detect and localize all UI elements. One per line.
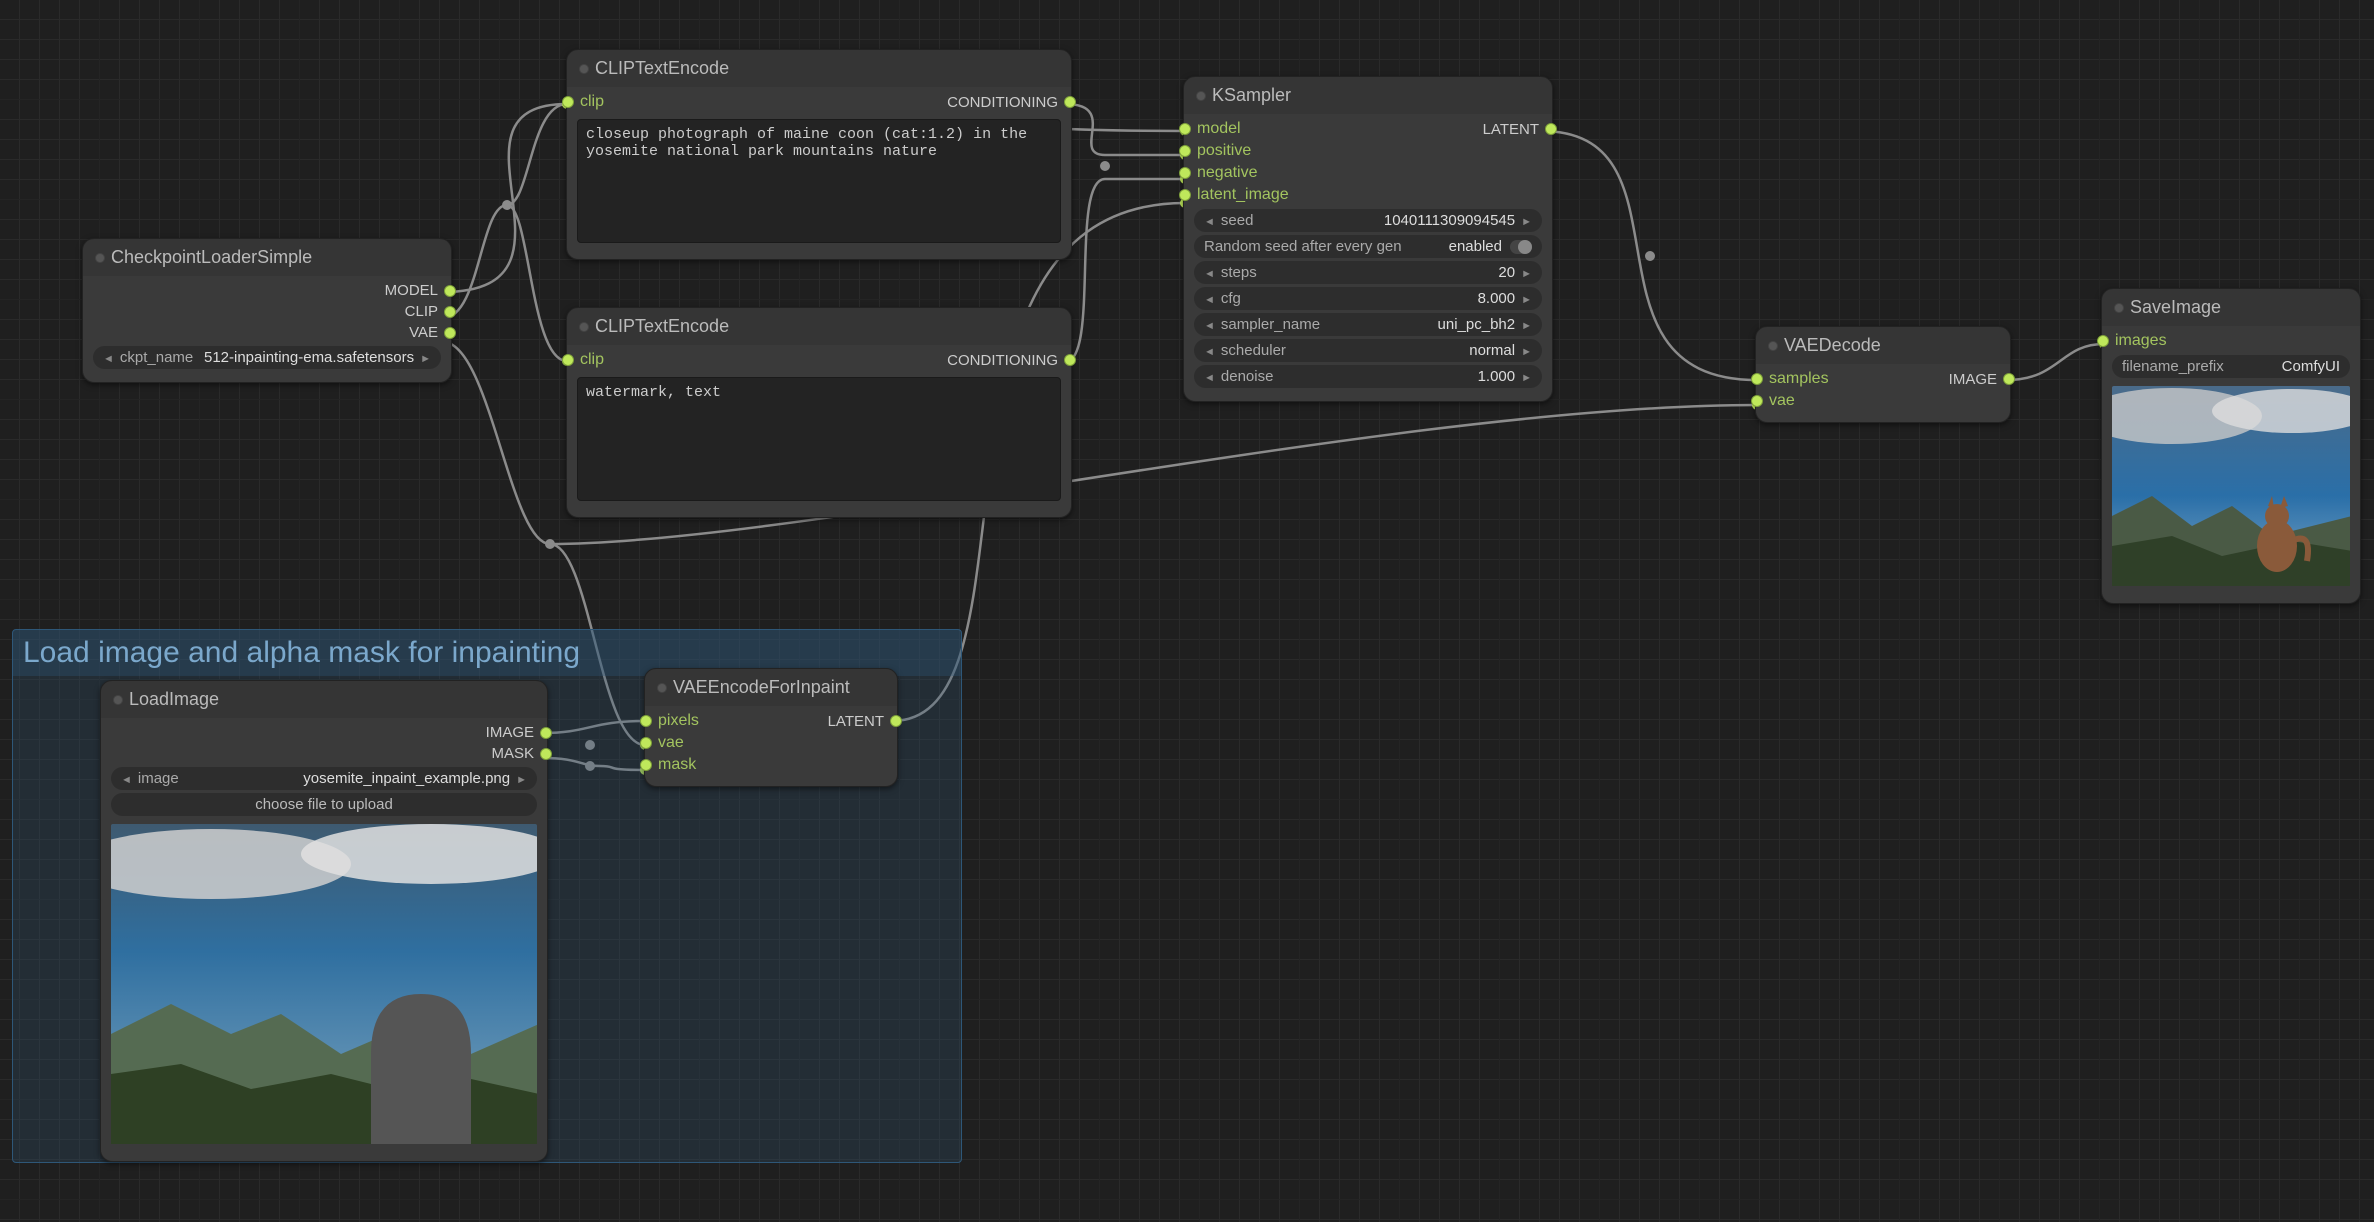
output-vae[interactable]: VAE <box>409 324 439 341</box>
widget-cfg[interactable]: cfg8.000 <box>1194 287 1542 310</box>
output-latent[interactable]: LATENT <box>828 713 885 730</box>
widget-steps[interactable]: steps20 <box>1194 261 1542 284</box>
widget-ckpt-name[interactable]: ckpt_name 512-inpainting-ema.safetensors <box>93 346 441 369</box>
output-latent[interactable]: LATENT <box>1483 121 1540 138</box>
input-latent-image[interactable]: latent_image <box>1196 186 1289 204</box>
node-title: CheckpointLoaderSimple <box>83 239 451 276</box>
output-image-preview <box>2112 386 2350 591</box>
widget-sampler-name[interactable]: sampler_nameuni_pc_bh2 <box>1194 313 1542 336</box>
output-conditioning[interactable]: CONDITIONING <box>947 352 1059 369</box>
node-title: CLIPTextEncode <box>567 50 1071 87</box>
node-load-image[interactable]: LoadImage IMAGE MASK imageyosemite_inpai… <box>100 680 548 1162</box>
output-mask[interactable]: MASK <box>491 745 535 762</box>
node-vae-encode-inpaint[interactable]: VAEEncodeForInpaint pixels LATENT vae ma… <box>644 668 898 787</box>
output-model[interactable]: MODEL <box>385 282 439 299</box>
node-graph-canvas[interactable]: { "group": { "title": "Load image and al… <box>0 0 2374 1222</box>
prompt-textarea[interactable]: closeup photograph of maine coon (cat:1.… <box>577 119 1061 243</box>
input-samples[interactable]: samples <box>1768 370 1829 388</box>
output-image[interactable]: IMAGE <box>1949 371 1998 388</box>
widget-image[interactable]: imageyosemite_inpaint_example.png <box>111 767 537 790</box>
output-conditioning[interactable]: CONDITIONING <box>947 94 1059 111</box>
input-mask[interactable]: mask <box>657 756 696 774</box>
input-pixels[interactable]: pixels <box>657 712 699 730</box>
node-title: VAEEncodeForInpaint <box>645 669 897 706</box>
input-clip[interactable]: clip <box>579 93 604 111</box>
input-clip[interactable]: clip <box>579 351 604 369</box>
input-negative[interactable]: negative <box>1196 164 1258 182</box>
input-vae[interactable]: vae <box>1768 392 1795 410</box>
input-image-preview <box>111 824 537 1149</box>
node-ksampler[interactable]: KSampler model LATENT positive negative … <box>1183 76 1553 402</box>
node-vae-decode[interactable]: VAEDecode samples IMAGE vae <box>1755 326 2011 423</box>
node-checkpoint-loader[interactable]: CheckpointLoaderSimple MODEL CLIP VAE ck… <box>82 238 452 383</box>
widget-seed[interactable]: seed1040111309094545 <box>1194 209 1542 232</box>
input-positive[interactable]: positive <box>1196 142 1251 160</box>
widget-scheduler[interactable]: schedulernormal <box>1194 339 1542 362</box>
node-title: KSampler <box>1184 77 1552 114</box>
node-cliptext-positive[interactable]: CLIPTextEncode clip CONDITIONING closeup… <box>566 49 1072 260</box>
node-cliptext-negative[interactable]: CLIPTextEncode clip CONDITIONING waterma… <box>566 307 1072 518</box>
input-images[interactable]: images <box>2114 332 2167 350</box>
widget-denoise[interactable]: denoise1.000 <box>1194 365 1542 388</box>
node-title: CLIPTextEncode <box>567 308 1071 345</box>
node-title: VAEDecode <box>1756 327 2010 364</box>
node-save-image[interactable]: SaveImage images filename_prefixComfyUI <box>2101 288 2361 604</box>
prompt-textarea[interactable]: watermark, text <box>577 377 1061 501</box>
widget-filename-prefix[interactable]: filename_prefixComfyUI <box>2112 355 2350 378</box>
upload-button[interactable]: choose file to upload <box>111 793 537 816</box>
output-image[interactable]: IMAGE <box>486 724 535 741</box>
node-title: LoadImage <box>101 681 547 718</box>
output-clip[interactable]: CLIP <box>405 303 439 320</box>
node-title: SaveImage <box>2102 289 2360 326</box>
widget-random-seed-toggle[interactable]: Random seed after every genenabled <box>1194 235 1542 258</box>
input-vae[interactable]: vae <box>657 734 684 752</box>
input-model[interactable]: model <box>1196 120 1241 138</box>
